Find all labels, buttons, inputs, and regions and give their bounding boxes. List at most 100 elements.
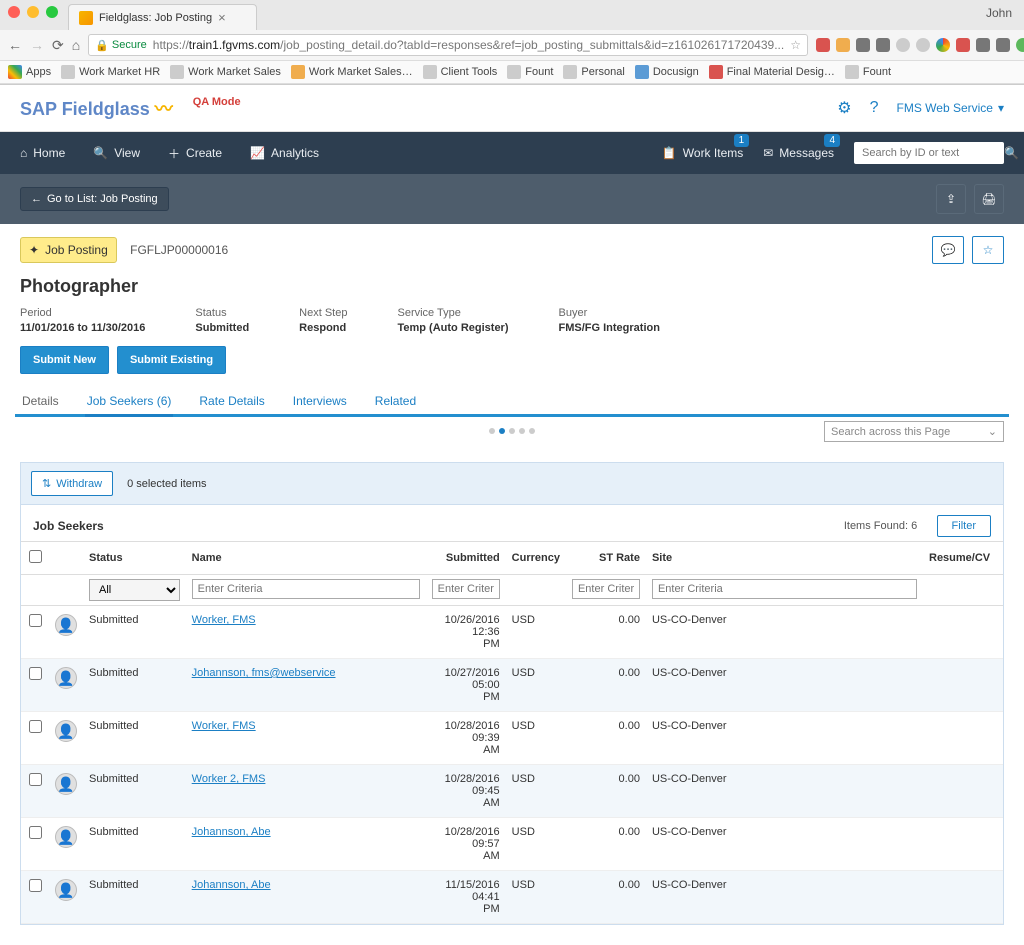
bookmark-item[interactable]: Apps: [8, 65, 51, 79]
row-checkbox[interactable]: [29, 720, 42, 733]
row-currency: USD: [506, 606, 566, 659]
tab-rate-details[interactable]: Rate Details: [197, 388, 266, 414]
global-search[interactable]: 🔍: [854, 142, 1004, 164]
tab-job-seekers[interactable]: Job Seekers (6): [85, 388, 174, 417]
name-filter-input[interactable]: [192, 579, 420, 599]
extension-icon[interactable]: [836, 38, 850, 52]
window-maximize-button[interactable]: [46, 6, 58, 18]
bookmark-star-icon[interactable]: ☆: [790, 38, 801, 52]
bookmark-item[interactable]: Final Material Desig…: [709, 65, 835, 79]
window-minimize-button[interactable]: [27, 6, 39, 18]
extension-icon[interactable]: [956, 38, 970, 52]
row-submitted: 10/26/2016 12:36PM: [426, 606, 506, 659]
extension-icon[interactable]: [996, 38, 1010, 52]
col-resume[interactable]: Resume/CV: [923, 542, 1003, 575]
row-checkbox[interactable]: [29, 826, 42, 839]
seeker-name-link[interactable]: Worker, FMS: [192, 720, 256, 732]
seeker-name-link[interactable]: Worker, FMS: [192, 614, 256, 626]
share-icon[interactable]: ⇪: [936, 184, 966, 214]
bookmark-item[interactable]: Docusign: [635, 65, 699, 79]
col-currency[interactable]: Currency: [506, 542, 566, 575]
row-checkbox[interactable]: [29, 614, 42, 627]
tab-related[interactable]: Related: [373, 388, 418, 414]
extension-icon[interactable]: [856, 38, 870, 52]
app-header: SAP Fieldglass 〰 QA Mode ⚙ ? FMS Web Ser…: [0, 85, 1024, 132]
print-icon[interactable]: 🖨: [974, 184, 1004, 214]
nav-view[interactable]: 🔍View: [93, 146, 140, 160]
bookmark-item[interactable]: Fount: [507, 65, 553, 79]
bookmark-item[interactable]: Client Tools: [423, 65, 498, 79]
browser-home-icon[interactable]: ⌂: [72, 37, 80, 53]
back-to-list-button[interactable]: ← Go to List: Job Posting: [20, 187, 169, 211]
nav-analytics[interactable]: 📈Analytics: [250, 146, 319, 160]
folder-icon: [291, 65, 305, 79]
seeker-name-link[interactable]: Johannson, fms@webservice: [192, 667, 336, 679]
extension-icon[interactable]: [816, 38, 830, 52]
servicetype-value: Temp (Auto Register): [397, 322, 508, 334]
status-filter-select[interactable]: All: [89, 579, 180, 601]
col-name[interactable]: Name: [186, 542, 426, 575]
row-resume: [923, 712, 1003, 765]
strate-filter-input[interactable]: [572, 579, 640, 599]
window-close-button[interactable]: [8, 6, 20, 18]
nav-messages[interactable]: ✉Messages 4: [763, 146, 834, 160]
row-submitted: 10/28/2016 09:57AM: [426, 818, 506, 871]
col-submitted[interactable]: Submitted: [426, 542, 506, 575]
row-checkbox[interactable]: [29, 667, 42, 680]
table-row: 👤SubmittedJohannson, Abe11/15/2016 04:41…: [21, 871, 1003, 924]
selected-count: 0 selected items: [127, 478, 206, 490]
row-status: Submitted: [83, 659, 186, 712]
submit-existing-button[interactable]: Submit Existing: [117, 346, 226, 374]
row-status: Submitted: [83, 765, 186, 818]
fms-web-service-link[interactable]: FMS Web Service ▾: [897, 101, 1005, 115]
row-checkbox[interactable]: [29, 879, 42, 892]
nav-create[interactable]: ＋Create: [168, 145, 222, 162]
seeker-name-link[interactable]: Johannson, Abe: [192, 879, 271, 891]
extension-icon[interactable]: [1016, 38, 1024, 52]
search-icon[interactable]: 🔍: [1004, 146, 1019, 160]
reload-icon[interactable]: ⟳: [52, 37, 64, 53]
favorite-button[interactable]: ☆: [972, 236, 1004, 264]
forward-icon[interactable]: →: [30, 37, 44, 53]
submit-new-button[interactable]: Submit New: [20, 346, 109, 374]
withdraw-button[interactable]: ⇅ Withdraw: [31, 471, 113, 496]
col-strate[interactable]: ST Rate: [566, 542, 646, 575]
url-bar[interactable]: 🔒 Secure https://train1.fgvms.com/job_po…: [88, 34, 808, 56]
extension-icon[interactable]: [936, 38, 950, 52]
row-resume: [923, 659, 1003, 712]
seeker-name-link[interactable]: Johannson, Abe: [192, 826, 271, 838]
col-status[interactable]: Status: [83, 542, 186, 575]
back-icon[interactable]: ←: [8, 37, 22, 53]
global-search-input[interactable]: [862, 147, 1004, 159]
extension-icon[interactable]: [916, 38, 930, 52]
extension-icon[interactable]: [976, 38, 990, 52]
bookmark-item[interactable]: Work Market HR: [61, 65, 160, 79]
bookmark-item[interactable]: Work Market Sales…: [291, 65, 413, 79]
tab-details[interactable]: Details: [20, 388, 61, 414]
site-filter-input[interactable]: [652, 579, 917, 599]
filter-button[interactable]: Filter: [937, 515, 991, 537]
browser-tab[interactable]: Fieldglass: Job Posting ×: [68, 4, 257, 30]
app-logo[interactable]: SAP Fieldglass 〰: [20, 95, 173, 121]
nav-home[interactable]: ⌂Home: [20, 146, 65, 160]
bookmark-item[interactable]: Fount: [845, 65, 891, 79]
nav-work-items[interactable]: 📋Work Items 1: [662, 146, 743, 160]
row-site: US-CO-Denver: [646, 712, 923, 765]
seeker-name-link[interactable]: Worker 2, FMS: [192, 773, 266, 785]
tab-close-icon[interactable]: ×: [218, 10, 226, 25]
gear-icon[interactable]: ⚙: [837, 98, 851, 118]
chevron-down-icon: ⌄: [988, 425, 997, 438]
comment-button[interactable]: 💬: [932, 236, 964, 264]
tab-interviews[interactable]: Interviews: [291, 388, 349, 414]
bookmark-item[interactable]: Personal: [563, 65, 624, 79]
col-site[interactable]: Site: [646, 542, 923, 575]
extension-icon[interactable]: [876, 38, 890, 52]
select-all-checkbox[interactable]: [29, 550, 42, 563]
help-icon[interactable]: ?: [870, 99, 879, 117]
submitted-filter-input[interactable]: [432, 579, 500, 599]
row-checkbox[interactable]: [29, 773, 42, 786]
search-across-page[interactable]: Search across this Page ⌄: [824, 421, 1004, 442]
bookmark-item[interactable]: Work Market Sales: [170, 65, 281, 79]
extension-icon[interactable]: [896, 38, 910, 52]
secure-badge: 🔒 Secure: [95, 39, 147, 52]
